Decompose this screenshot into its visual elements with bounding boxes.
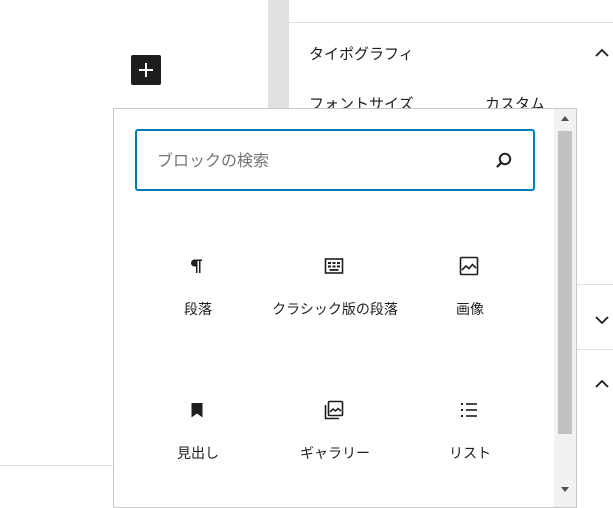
- block-label: リスト: [449, 446, 491, 462]
- block-paragraph[interactable]: 段落: [133, 254, 263, 374]
- block-list[interactable]: リスト: [405, 398, 535, 507]
- block-gallery[interactable]: ギャラリー: [270, 398, 400, 507]
- gallery-icon: [324, 400, 344, 420]
- image-icon: [459, 256, 479, 276]
- chevron-up-icon[interactable]: [594, 45, 610, 61]
- scrollbar[interactable]: [554, 109, 576, 507]
- chevron-up-icon[interactable]: [594, 376, 610, 392]
- paragraph-icon: [191, 259, 202, 273]
- block-inserter-popover: 段落 クラシック版の段落 画像 見出し: [113, 108, 577, 508]
- block-image[interactable]: 画像: [405, 254, 535, 374]
- block-search-input[interactable]: [157, 146, 477, 174]
- block-label: 見出し: [177, 446, 219, 462]
- classic-icon: [324, 258, 344, 274]
- typography-panel-title[interactable]: タイポグラフィ: [309, 43, 414, 64]
- scrollbar-thumb[interactable]: [558, 131, 572, 434]
- block-label: 段落: [184, 302, 212, 318]
- list-icon: [461, 403, 477, 417]
- add-block-button[interactable]: [131, 55, 161, 85]
- scroll-up-arrow-icon[interactable]: [561, 116, 569, 121]
- plus-icon: [139, 63, 153, 77]
- search-icon[interactable]: [494, 151, 514, 171]
- scroll-down-arrow-icon[interactable]: [561, 487, 569, 492]
- block-label: ギャラリー: [300, 446, 370, 462]
- block-label: 画像: [456, 302, 484, 318]
- block-label: クラシック版の段落: [272, 302, 398, 318]
- heading-icon: [191, 403, 203, 418]
- divider: [289, 22, 613, 23]
- block-heading[interactable]: 見出し: [133, 398, 263, 507]
- block-classic[interactable]: クラシック版の段落: [270, 254, 400, 374]
- search-box[interactable]: [135, 129, 535, 191]
- chevron-down-icon[interactable]: [594, 312, 610, 328]
